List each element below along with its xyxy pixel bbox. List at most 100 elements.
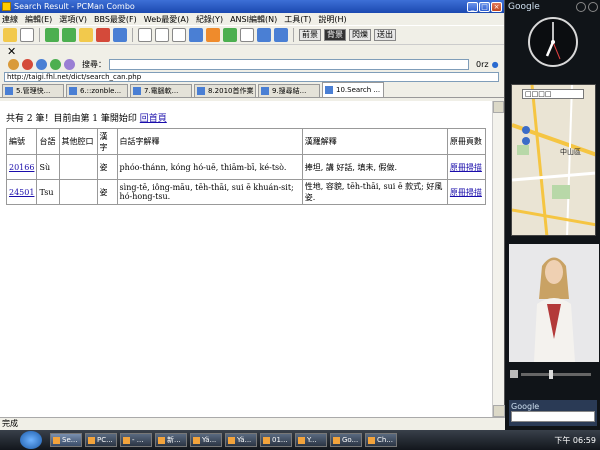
stop-icon[interactable] [96, 28, 110, 42]
new-page-icon[interactable] [20, 28, 34, 42]
slider-knob[interactable] [549, 369, 553, 379]
tab-8[interactable]: 8.2010首作業 [194, 84, 256, 97]
task-button[interactable]: Yä... [225, 433, 257, 447]
start-button[interactable] [20, 431, 42, 449]
task-button[interactable]: Go... [330, 433, 362, 447]
foreground-button[interactable]: 前景 [299, 29, 321, 41]
help-icon[interactable] [274, 28, 288, 42]
scroll-down-button[interactable] [493, 405, 505, 417]
app-icon [333, 436, 340, 444]
menu-options[interactable]: 選項(V) [59, 14, 87, 25]
entry-id-link[interactable]: 24501 [9, 188, 34, 197]
header-page: 原冊頁數 [446, 128, 487, 155]
scan-link[interactable]: 原冊掃描 [450, 188, 482, 197]
document-icon[interactable] [172, 28, 186, 42]
volume-slider[interactable] [521, 369, 591, 379]
header-poj: 白話字解釋 [116, 128, 303, 155]
copy-icon[interactable] [138, 28, 152, 42]
page-icon [133, 87, 141, 95]
window-title: Search Result - PCMan Combo [14, 2, 135, 11]
menu-web-favorites[interactable]: Web最愛(A) [144, 14, 189, 25]
background-button[interactable]: 背景 [324, 29, 346, 41]
font-icon[interactable] [206, 28, 220, 42]
menu-help[interactable]: 說明(H) [318, 14, 346, 25]
app-icon [368, 436, 375, 444]
cell-other [58, 154, 98, 180]
google-search-input[interactable] [511, 411, 595, 422]
sidebar-title: Google [508, 2, 540, 12]
back-home-link[interactable]: 回首頁 [140, 114, 167, 124]
menu-bar: 連線 編輯(E) 選項(V) BBS最愛(F) Web最愛(A) 紀錄(Y) A… [0, 13, 504, 25]
results-table: 編號 台語 其他腔口 漢字 白話字解釋 漢羅解釋 原冊頁數 20166 Sù 姿… [5, 128, 487, 205]
screen-icon[interactable] [257, 28, 271, 42]
tab-9[interactable]: 9.搜尋結... [258, 84, 320, 97]
tab-10[interactable]: 10.Search ... [322, 82, 384, 97]
system-clock[interactable]: 下午 06:59 [554, 435, 600, 446]
forward-arrow-icon[interactable] [62, 28, 76, 42]
favorite-icon[interactable] [64, 58, 75, 70]
reload-icon[interactable] [113, 28, 127, 42]
search-toolbar: 搜尋： 0rz ● [0, 57, 504, 71]
map-gadget[interactable]: □□□□ 中山區 [511, 84, 596, 236]
search-engine-label[interactable]: 0rz [476, 60, 489, 69]
close-row: ✕ [0, 45, 504, 58]
tab-6[interactable]: 6.::zonble... [66, 84, 128, 97]
connect-icon[interactable] [3, 28, 17, 42]
search-go-icon[interactable]: ● [492, 60, 499, 69]
close-window-button[interactable]: × [491, 1, 502, 12]
vertical-scrollbar[interactable] [492, 101, 505, 417]
main-toolbar: 前景 背景 閃爍 送出 [0, 25, 504, 45]
go-icon[interactable] [50, 58, 61, 70]
maximize-button[interactable]: □ [479, 1, 490, 12]
map-view[interactable] [512, 85, 596, 236]
window-icon[interactable] [240, 28, 254, 42]
tab-5[interactable]: 5.管理快... [2, 84, 64, 97]
menu-connect[interactable]: 連線 [2, 14, 18, 25]
photo-gadget[interactable] [509, 244, 599, 362]
task-label: 01... [272, 436, 288, 444]
menu-bbs-favorites[interactable]: BBS最愛(F) [94, 14, 137, 25]
page-icon [197, 87, 205, 95]
address-input[interactable]: http://taigi.fhl.net/dict/search_can.php [4, 71, 499, 82]
back-arrow-icon[interactable] [45, 28, 59, 42]
stop-icon[interactable] [22, 58, 33, 70]
find-icon[interactable] [189, 28, 203, 42]
send-button[interactable]: 送出 [374, 29, 396, 41]
task-button[interactable]: - ... [120, 433, 152, 447]
search-label: 搜尋： [82, 59, 106, 69]
scan-link[interactable]: 原冊掃描 [450, 163, 482, 172]
task-button[interactable]: Se... [50, 433, 82, 447]
home-icon[interactable] [8, 58, 19, 70]
task-button[interactable]: Yä... [190, 433, 222, 447]
task-button[interactable]: 新... [155, 433, 187, 447]
close-tab-icon[interactable]: ✕ [7, 45, 16, 58]
task-label: Go... [342, 436, 359, 444]
add-gadget-icon[interactable] [576, 2, 586, 12]
menu-ansi-edit[interactable]: ANSI編輯(N) [230, 14, 277, 25]
menu-edit[interactable]: 編輯(E) [25, 14, 52, 25]
tab-7[interactable]: 7.電腦軟... [130, 84, 192, 97]
scroll-up-button[interactable] [493, 101, 504, 113]
task-button[interactable]: Ch... [365, 433, 397, 447]
task-button[interactable]: Y... [295, 433, 327, 447]
map-location-select[interactable]: □□□□ [522, 89, 584, 99]
cell-hanlo: 捧坦, 講 好話, 填未, 假做. [301, 154, 448, 180]
refresh-icon[interactable] [36, 58, 47, 70]
menu-icon[interactable] [588, 2, 598, 12]
entry-id-link[interactable]: 20166 [9, 163, 34, 172]
disconnect-icon[interactable] [79, 28, 93, 42]
speaker-icon[interactable] [510, 370, 518, 378]
menu-history[interactable]: 紀錄(Y) [196, 14, 223, 25]
task-button[interactable]: PC... [85, 433, 117, 447]
address-bar: http://taigi.fhl.net/dict/search_can.php [0, 71, 504, 82]
menu-tools[interactable]: 工具(T) [284, 14, 311, 25]
app-icon [158, 436, 165, 444]
settings-gear-icon[interactable] [223, 28, 237, 42]
search-input[interactable] [109, 58, 469, 70]
paste-icon[interactable] [155, 28, 169, 42]
minimize-button[interactable]: _ [467, 1, 478, 12]
title-bar[interactable]: Search Result - PCMan Combo _ □ × [0, 0, 504, 13]
blink-button[interactable]: 閃爍 [349, 29, 371, 41]
page-icon [69, 87, 77, 95]
task-button[interactable]: 01... [260, 433, 292, 447]
